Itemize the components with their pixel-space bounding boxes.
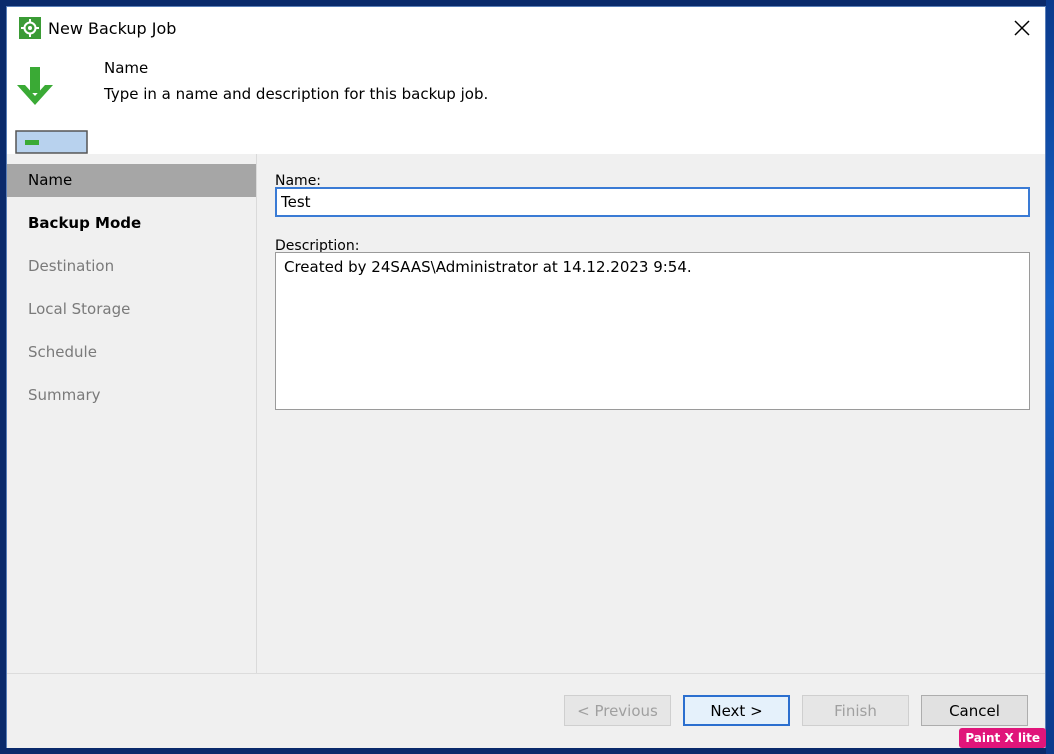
name-input[interactable] bbox=[275, 187, 1030, 217]
header-subtitle: Type in a name and description for this … bbox=[104, 85, 489, 103]
next-button[interactable]: Next > bbox=[683, 695, 790, 726]
desktop-background bbox=[1046, 0, 1054, 754]
step-name[interactable]: Name bbox=[7, 164, 256, 197]
step-destination: Destination bbox=[28, 257, 115, 275]
close-button[interactable] bbox=[1007, 13, 1037, 43]
window-title: New Backup Job bbox=[48, 19, 177, 38]
step-local-storage: Local Storage bbox=[28, 300, 131, 318]
cancel-button[interactable]: Cancel bbox=[921, 695, 1028, 726]
wizard-header: Name Type in a name and description for … bbox=[7, 51, 1045, 154]
wizard-content: Name: Description: Created by 24SAAS\Adm… bbox=[257, 154, 1045, 673]
wizard-footer: < Previous Next > Finish Cancel bbox=[7, 673, 1045, 748]
close-icon bbox=[1014, 20, 1030, 36]
header-title: Name bbox=[104, 59, 149, 77]
new-backup-job-dialog: New Backup Job Name Type in a name and d… bbox=[6, 6, 1046, 748]
previous-button[interactable]: < Previous bbox=[564, 695, 671, 726]
backup-download-icon bbox=[15, 67, 89, 159]
finish-button[interactable]: Finish bbox=[802, 695, 909, 726]
description-textarea[interactable]: Created by 24SAAS\Administrator at 14.12… bbox=[275, 252, 1030, 410]
title-bar[interactable]: New Backup Job bbox=[7, 7, 1045, 51]
watermark-badge: Paint X lite bbox=[959, 728, 1046, 748]
step-summary: Summary bbox=[28, 386, 101, 404]
veeam-app-icon bbox=[19, 17, 41, 39]
wizard-steps-sidebar: Name Backup Mode Destination Local Stora… bbox=[7, 154, 257, 673]
step-backup-mode[interactable]: Backup Mode bbox=[7, 207, 256, 240]
step-schedule: Schedule bbox=[28, 343, 97, 361]
